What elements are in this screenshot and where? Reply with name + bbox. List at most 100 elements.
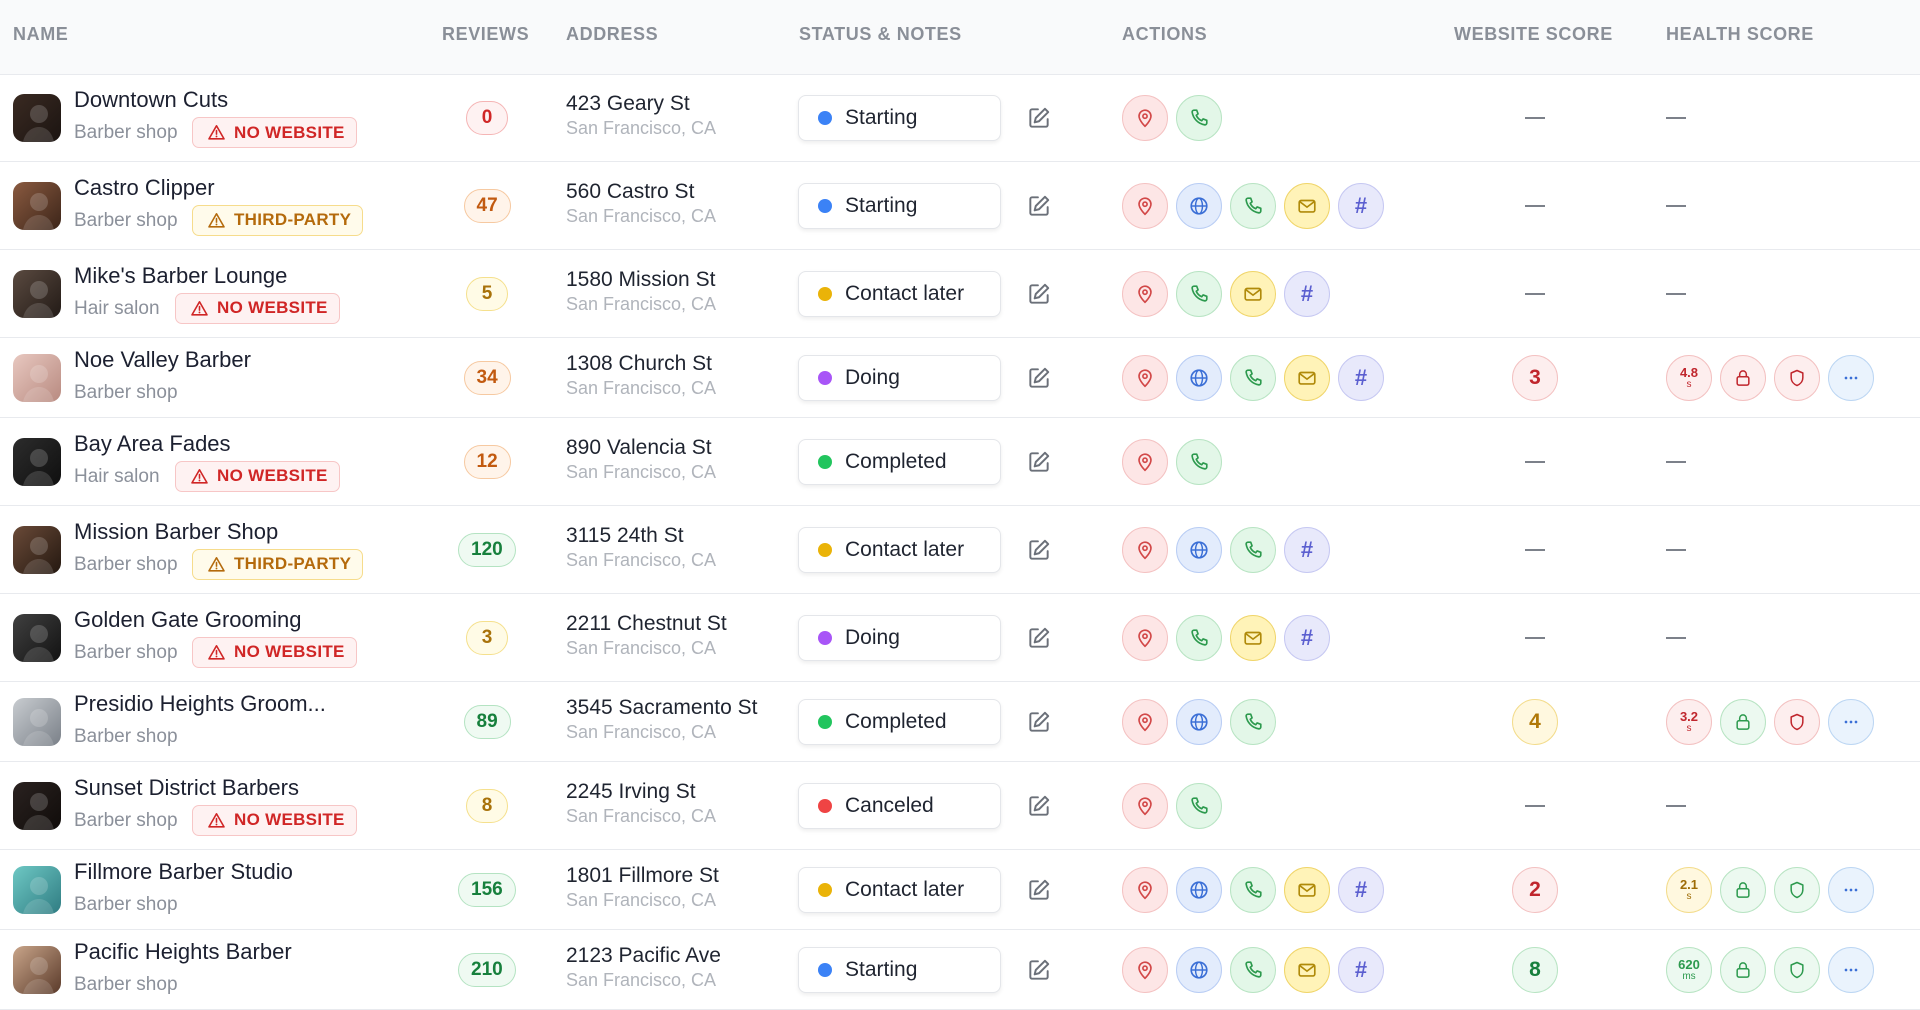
website-score-badge[interactable]: 4 xyxy=(1512,698,1558,745)
status-select[interactable]: Contact later xyxy=(798,866,1001,913)
globe-icon[interactable] xyxy=(1176,866,1222,913)
status-select[interactable]: Starting xyxy=(798,182,1001,229)
status-select[interactable]: Contact later xyxy=(798,526,1001,573)
hash-icon[interactable]: # xyxy=(1284,614,1330,661)
mail-icon[interactable] xyxy=(1284,866,1330,913)
map-pin-icon[interactable] xyxy=(1122,782,1168,829)
mail-icon[interactable] xyxy=(1284,354,1330,401)
business-name[interactable]: Castro Clipper xyxy=(74,175,215,201)
status-select[interactable]: Starting xyxy=(798,946,1001,993)
load-speed-badge[interactable]: 2.1 s xyxy=(1666,866,1712,913)
business-name[interactable]: Presidio Heights Groom... xyxy=(74,691,326,717)
column-header-name[interactable]: NAME xyxy=(13,24,68,45)
edit-notes-icon[interactable] xyxy=(1026,793,1052,819)
status-select[interactable]: Doing xyxy=(798,354,1001,401)
hash-icon[interactable]: # xyxy=(1284,270,1330,317)
edit-notes-icon[interactable] xyxy=(1026,281,1052,307)
more-options-icon[interactable] xyxy=(1828,354,1874,401)
map-pin-icon[interactable] xyxy=(1122,698,1168,745)
hash-icon[interactable]: # xyxy=(1338,946,1384,993)
map-pin-icon[interactable] xyxy=(1122,270,1168,317)
ssl-lock-icon[interactable] xyxy=(1720,698,1766,745)
table-row[interactable]: Sunset District Barbers Barber shop NO WEB… xyxy=(0,762,1920,850)
map-pin-icon[interactable] xyxy=(1122,354,1168,401)
globe-icon[interactable] xyxy=(1176,946,1222,993)
edit-notes-icon[interactable] xyxy=(1026,365,1052,391)
table-row[interactable]: Mike's Barber Lounge Hair salon NO WEBSITE… xyxy=(0,250,1920,338)
edit-notes-icon[interactable] xyxy=(1026,957,1052,983)
map-pin-icon[interactable] xyxy=(1122,614,1168,661)
load-speed-badge[interactable]: 620 ms xyxy=(1666,946,1712,993)
column-header-health-score[interactable]: HEALTH SCORE xyxy=(1666,24,1814,45)
hash-icon[interactable]: # xyxy=(1338,866,1384,913)
phone-icon[interactable] xyxy=(1176,438,1222,485)
column-header-address[interactable]: ADDRESS xyxy=(566,24,658,45)
hash-icon[interactable]: # xyxy=(1284,526,1330,573)
table-row[interactable]: Noe Valley Barber Barber shop 34 1308 Churc… xyxy=(0,338,1920,418)
edit-notes-icon[interactable] xyxy=(1026,625,1052,651)
mail-icon[interactable] xyxy=(1284,182,1330,229)
status-select[interactable]: Completed xyxy=(798,438,1001,485)
security-shield-icon[interactable] xyxy=(1774,946,1820,993)
business-name[interactable]: Bay Area Fades xyxy=(74,431,231,457)
more-options-icon[interactable] xyxy=(1828,866,1874,913)
table-row[interactable]: Bay Area Fades Hair salon NO WEBSITE 12 890 … xyxy=(0,418,1920,506)
table-row[interactable]: Mission Barber Shop Barber shop THIRD-PART… xyxy=(0,506,1920,594)
map-pin-icon[interactable] xyxy=(1122,182,1168,229)
business-name[interactable]: Noe Valley Barber xyxy=(74,347,251,373)
column-header-website-score[interactable]: WEBSITE SCORE xyxy=(1454,24,1613,45)
phone-icon[interactable] xyxy=(1230,182,1276,229)
edit-notes-icon[interactable] xyxy=(1026,193,1052,219)
phone-icon[interactable] xyxy=(1176,614,1222,661)
status-select[interactable]: Starting xyxy=(798,95,1001,141)
hash-icon[interactable]: # xyxy=(1338,182,1384,229)
table-row[interactable]: Presidio Heights Groom... Barber shop 89 35… xyxy=(0,682,1920,762)
more-options-icon[interactable] xyxy=(1828,698,1874,745)
more-options-icon[interactable] xyxy=(1828,946,1874,993)
edit-notes-icon[interactable] xyxy=(1026,537,1052,563)
business-name[interactable]: Mission Barber Shop xyxy=(74,519,278,545)
table-row[interactable]: Fillmore Barber Studio Barber shop 156 1801… xyxy=(0,850,1920,930)
edit-notes-icon[interactable] xyxy=(1026,877,1052,903)
map-pin-icon[interactable] xyxy=(1122,526,1168,573)
globe-icon[interactable] xyxy=(1176,354,1222,401)
business-name[interactable]: Mike's Barber Lounge xyxy=(74,263,287,289)
status-select[interactable]: Canceled xyxy=(798,782,1001,829)
edit-notes-icon[interactable] xyxy=(1026,105,1052,131)
column-header-status[interactable]: STATUS & NOTES xyxy=(799,24,962,45)
ssl-lock-icon[interactable] xyxy=(1720,946,1766,993)
edit-notes-icon[interactable] xyxy=(1026,449,1052,475)
business-name[interactable]: Golden Gate Grooming xyxy=(74,607,301,633)
map-pin-icon[interactable] xyxy=(1122,438,1168,485)
phone-icon[interactable] xyxy=(1230,526,1276,573)
phone-icon[interactable] xyxy=(1176,95,1222,141)
business-name[interactable]: Downtown Cuts xyxy=(74,87,228,113)
column-header-reviews[interactable]: REVIEWS xyxy=(442,24,529,45)
business-name[interactable]: Pacific Heights Barber xyxy=(74,939,292,965)
security-shield-icon[interactable] xyxy=(1774,698,1820,745)
globe-icon[interactable] xyxy=(1176,526,1222,573)
table-row[interactable]: Pacific Heights Barber Barber shop 210 2123… xyxy=(0,930,1920,1010)
load-speed-badge[interactable]: 3.2 s xyxy=(1666,698,1712,745)
edit-notes-icon[interactable] xyxy=(1026,709,1052,735)
phone-icon[interactable] xyxy=(1176,782,1222,829)
table-row[interactable]: Castro Clipper Barber shop THIRD-PARTY 47 56… xyxy=(0,162,1920,250)
status-select[interactable]: Completed xyxy=(798,698,1001,745)
security-shield-icon[interactable] xyxy=(1774,354,1820,401)
table-row[interactable]: Downtown Cuts Barber shop NO WEBSITE 0 423 G… xyxy=(0,75,1920,162)
globe-icon[interactable] xyxy=(1176,698,1222,745)
map-pin-icon[interactable] xyxy=(1122,866,1168,913)
status-select[interactable]: Doing xyxy=(798,614,1001,661)
security-shield-icon[interactable] xyxy=(1774,866,1820,913)
ssl-lock-icon[interactable] xyxy=(1720,866,1766,913)
phone-icon[interactable] xyxy=(1230,946,1276,993)
table-row[interactable]: Golden Gate Grooming Barber shop NO WEBSIT… xyxy=(0,594,1920,682)
hash-icon[interactable]: # xyxy=(1338,354,1384,401)
phone-icon[interactable] xyxy=(1176,270,1222,317)
phone-icon[interactable] xyxy=(1230,354,1276,401)
website-score-badge[interactable]: 8 xyxy=(1512,946,1558,993)
website-score-badge[interactable]: 3 xyxy=(1512,354,1558,401)
website-score-badge[interactable]: 2 xyxy=(1512,866,1558,913)
map-pin-icon[interactable] xyxy=(1122,95,1168,141)
mail-icon[interactable] xyxy=(1230,614,1276,661)
